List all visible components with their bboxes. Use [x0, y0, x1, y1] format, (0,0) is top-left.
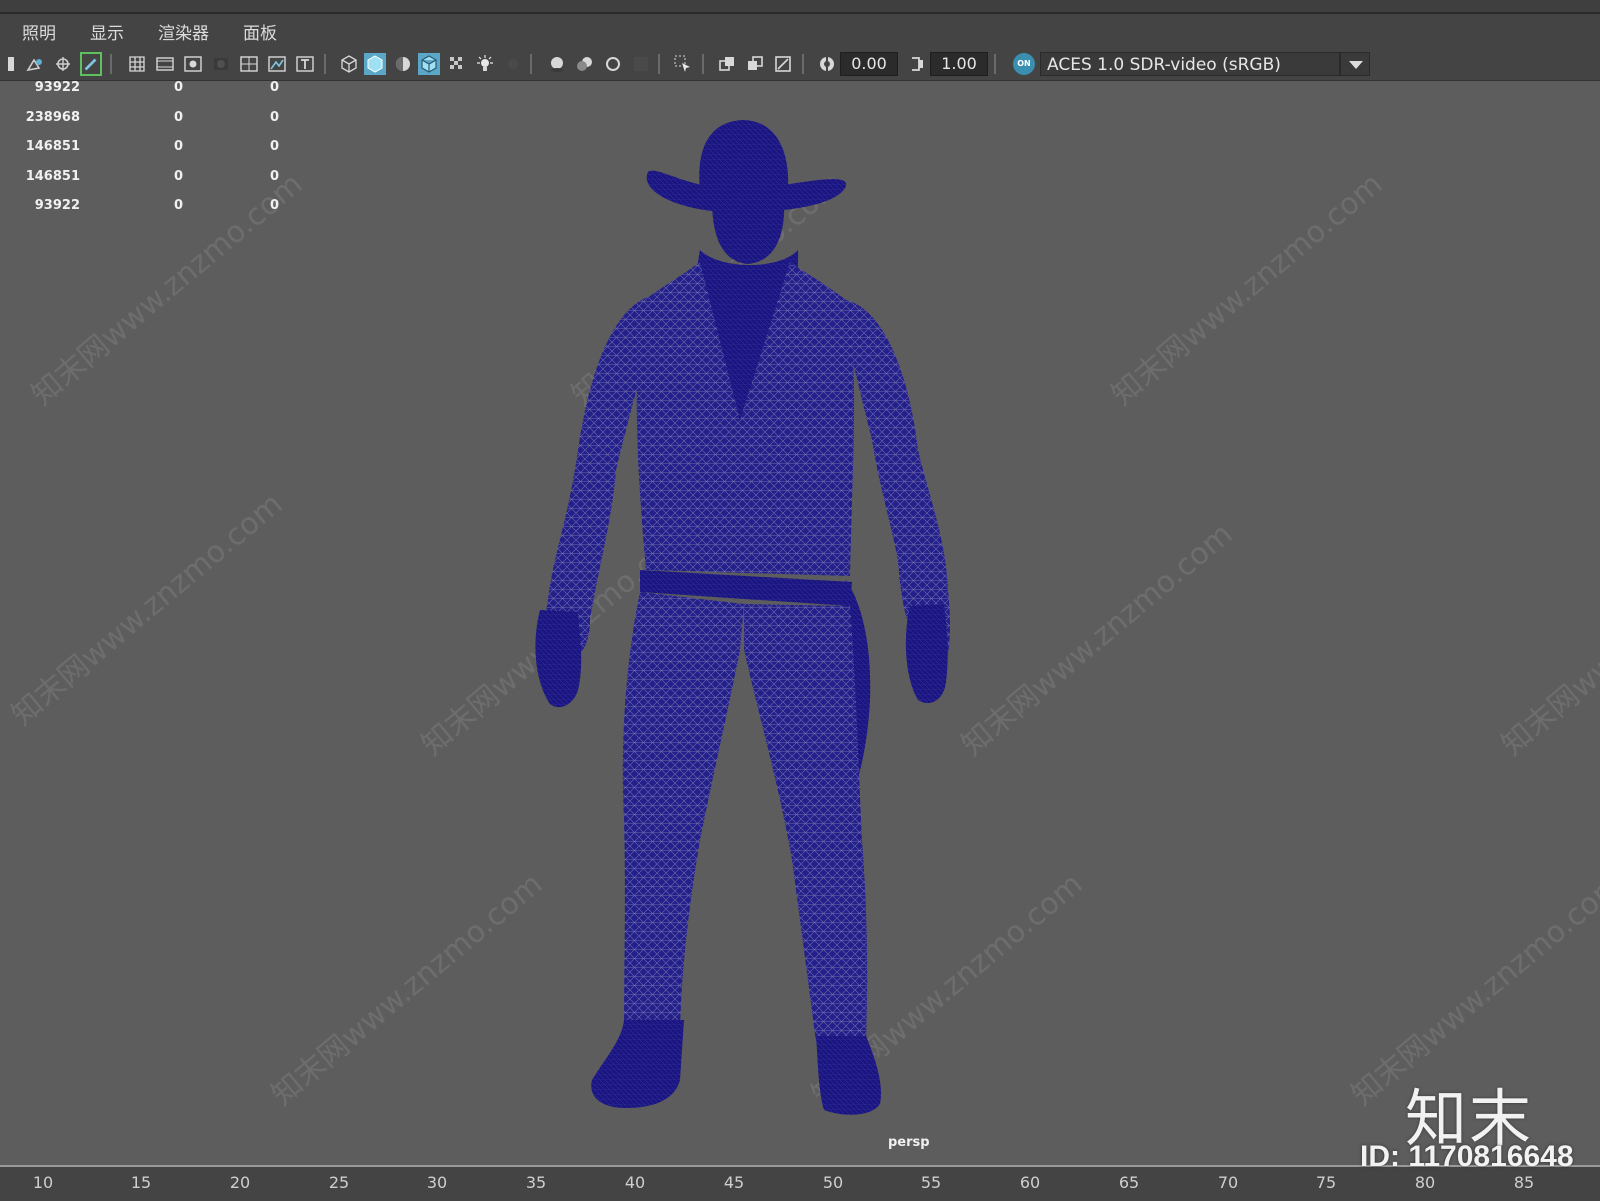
window-top-strip	[0, 0, 1600, 14]
resolution-gate-icon[interactable]	[182, 53, 204, 75]
camera-name-label: persp	[888, 1135, 930, 1150]
anti-aliasing-icon[interactable]	[602, 53, 624, 75]
hud-value: 238968	[25, 109, 80, 125]
hud-value: 0	[174, 80, 184, 95]
safe-title-icon[interactable]	[294, 53, 316, 75]
perspective-viewport[interactable]: 知末网www.znzmo.com 知末网www.znzmo.com 知末网www…	[0, 80, 1600, 1165]
frame-tick-label: 55	[920, 1173, 942, 1192]
smooth-shade-icon[interactable]	[364, 53, 386, 75]
xray-joints-icon[interactable]	[716, 53, 738, 75]
menu-renderer[interactable]: 渲染器	[146, 19, 221, 44]
hud-value: 0	[270, 168, 280, 184]
frame-tick-label: 65	[1118, 1173, 1140, 1192]
character-mesh[interactable]	[0, 80, 1600, 1165]
hud-value: 0	[174, 198, 184, 213]
safe-action-icon[interactable]	[266, 53, 288, 75]
motion-blur-icon[interactable]	[574, 53, 596, 75]
frame-tick-label: 20	[229, 1173, 251, 1192]
backface-icon[interactable]	[772, 53, 794, 75]
hud-value: 93922	[34, 198, 80, 213]
exposure-icon[interactable]	[816, 53, 838, 75]
hud-row: 93922 0 0	[0, 80, 300, 110]
frame-tick-label: 50	[822, 1173, 844, 1192]
use-all-lights-icon[interactable]	[474, 53, 496, 75]
menu-panels[interactable]: 面板	[231, 19, 289, 44]
hud-value: 0	[270, 80, 280, 95]
hud-value: 0	[270, 109, 280, 125]
viewport-toolbar: 0.00 1.00 ON ACES 1.0 SDR-video (sRGB)	[0, 48, 1600, 81]
frame-tick-label: 70	[1217, 1173, 1239, 1192]
wireframe-on-shaded-icon[interactable]	[418, 53, 440, 75]
chevron-down-icon[interactable]	[1340, 52, 1370, 76]
gamma-field[interactable]: 1.00	[930, 52, 988, 76]
hud-value: 0	[174, 109, 184, 125]
toolbar-separator	[324, 54, 326, 74]
toolbar-separator	[530, 54, 532, 74]
field-chart-icon[interactable]	[238, 53, 260, 75]
panel-menubar: 照明 显示 渲染器 面板	[0, 14, 1600, 48]
hud-value: 146851	[25, 139, 80, 154]
hud-row: 93922 0 0	[0, 198, 300, 228]
default-material-icon[interactable]	[392, 53, 414, 75]
snap-camera-icon[interactable]	[53, 53, 75, 75]
screen-space-ao-icon[interactable]	[546, 53, 568, 75]
film-gate-icon[interactable]	[154, 53, 176, 75]
menu-show[interactable]: 显示	[78, 19, 136, 44]
view-transform-select[interactable]: ACES 1.0 SDR-video (sRGB)	[1040, 52, 1340, 76]
xray-icon[interactable]	[446, 53, 468, 75]
frame-tick-label: 80	[1414, 1173, 1436, 1192]
menu-lighting[interactable]: 照明	[10, 19, 68, 44]
frame-tick-label: 35	[525, 1173, 547, 1192]
hud-value: 0	[174, 139, 184, 154]
hud-row: 238968 0 0	[0, 110, 300, 140]
gate-mask-icon[interactable]	[210, 53, 232, 75]
watermark-id: ID: 1170816648	[1360, 1140, 1574, 1173]
grid-icon[interactable]	[126, 53, 148, 75]
toolbar-separator	[802, 54, 804, 74]
heads-up-poly-count: 93922 0 0 238968 0 0 146851 0 0 146851 0…	[0, 80, 300, 228]
color-management-toggle[interactable]: ON	[1013, 53, 1035, 75]
frame-tick-label: 85	[1513, 1173, 1535, 1192]
isolate-select-icon[interactable]	[672, 53, 694, 75]
toolbar-separator	[110, 54, 112, 74]
toolbar-separator	[702, 54, 704, 74]
toolbar-separator	[658, 54, 660, 74]
wireframe-icon[interactable]	[338, 53, 360, 75]
grease-pencil-icon[interactable]	[80, 52, 102, 76]
frame-tick-label: 30	[426, 1173, 448, 1192]
shadows-icon[interactable]	[502, 53, 524, 75]
frame-tick-label: 25	[328, 1173, 350, 1192]
bookmark-icon[interactable]	[0, 53, 22, 75]
depth-of-field-icon[interactable]	[630, 53, 652, 75]
hud-value: 146851	[25, 168, 80, 184]
camera-attributes-icon[interactable]	[24, 53, 46, 75]
exposure-field[interactable]: 0.00	[840, 52, 898, 76]
frame-tick-label: 60	[1019, 1173, 1041, 1192]
hud-value: 0	[270, 139, 280, 154]
hud-row: 146851 0 0	[0, 139, 300, 169]
frame-tick-label: 15	[130, 1173, 152, 1192]
hud-value: 93922	[34, 80, 80, 95]
frame-tick-label: 75	[1315, 1173, 1337, 1192]
frame-tick-label: 40	[624, 1173, 646, 1192]
frame-tick-label: 10	[32, 1173, 54, 1192]
xray-active-icon[interactable]	[744, 53, 766, 75]
hud-value: 0	[270, 198, 280, 213]
gamma-icon[interactable]	[906, 53, 928, 75]
hud-row: 146851 0 0	[0, 169, 300, 199]
toolbar-separator	[994, 54, 996, 74]
frame-tick-label: 45	[723, 1173, 745, 1192]
hud-value: 0	[174, 168, 184, 184]
